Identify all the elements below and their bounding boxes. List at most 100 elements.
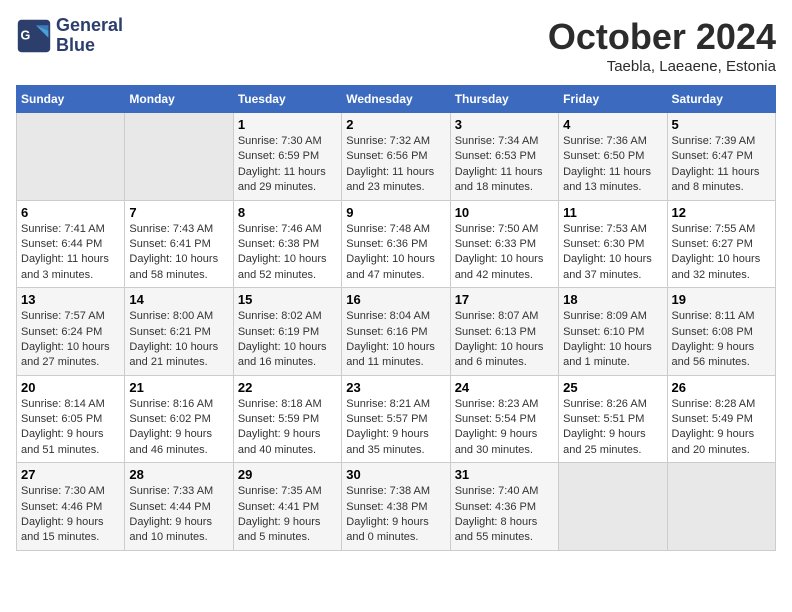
day-info: Sunrise: 7:36 AMSunset: 6:50 PMDaylight:… [563,134,662,196]
week-row-3: 13Sunrise: 7:57 AMSunset: 6:24 PMDayligh… [17,288,776,376]
day-info: Sunrise: 8:09 AMSunset: 6:10 PMDaylight:… [563,309,662,371]
day-header-wednesday: Wednesday [342,86,450,113]
week-row-4: 20 Sunrise: 8:14 AMSunset: 6:05 PMDayligh… [17,375,776,463]
day-info: Sunrise: 7:30 AMSunset: 4:46 PMDaylight:… [21,484,120,546]
day-number: 16 [346,292,445,307]
logo-icon: G [16,18,52,54]
calendar-cell: 14 Sunrise: 8:00 AMSunset: 6:21 PMDayligh… [125,288,233,376]
calendar-cell: 17 Sunrise: 8:07 AMSunset: 6:13 PMDayligh… [450,288,558,376]
day-info: Sunrise: 7:40 AMSunset: 4:36 PMDaylight:… [455,484,554,546]
main-title: October 2024 [548,16,776,58]
calendar-cell: 26 Sunrise: 8:28 AMSunset: 5:49 PMDayligh… [667,375,775,463]
logo-line1: General [56,16,123,36]
calendar-cell: 16 Sunrise: 8:04 AMSunset: 6:16 PMDayligh… [342,288,450,376]
day-info: Sunrise: 8:11 AMSunset: 6:08 PMDaylight:… [672,309,771,371]
calendar-cell: 8Sunrise: 7:46 AMSunset: 6:38 PMDaylight… [233,200,341,288]
calendar-cell: 13Sunrise: 7:57 AMSunset: 6:24 PMDayligh… [17,288,125,376]
calendar-table: SundayMondayTuesdayWednesdayThursdayFrid… [16,85,776,551]
calendar-cell: 18 Sunrise: 8:09 AMSunset: 6:10 PMDayligh… [559,288,667,376]
day-number: 27 [21,467,120,482]
calendar-cell: 11Sunrise: 7:53 AMSunset: 6:30 PMDayligh… [559,200,667,288]
calendar-cell: 23Sunrise: 8:21 AMSunset: 5:57 PMDayligh… [342,375,450,463]
day-info: Sunrise: 8:28 AMSunset: 5:49 PMDaylight:… [672,397,771,459]
day-number: 20 [21,380,120,395]
calendar-cell: 29Sunrise: 7:35 AMSunset: 4:41 PMDayligh… [233,463,341,551]
day-info: Sunrise: 7:55 AMSunset: 6:27 PMDaylight:… [672,222,771,284]
logo-text: General Blue [56,16,123,56]
day-number: 17 [455,292,554,307]
calendar-cell: 20 Sunrise: 8:14 AMSunset: 6:05 PMDayligh… [17,375,125,463]
calendar-cell: 22 Sunrise: 8:18 AMSunset: 5:59 PMDayligh… [233,375,341,463]
day-number: 26 [672,380,771,395]
calendar-cell: 31 Sunrise: 7:40 AMSunset: 4:36 PMDayligh… [450,463,558,551]
day-number: 18 [563,292,662,307]
day-info: Sunrise: 7:32 AMSunset: 6:56 PMDaylight:… [346,134,445,196]
day-number: 6 [21,205,120,220]
day-number: 14 [129,292,228,307]
day-info: Sunrise: 7:34 AMSunset: 6:53 PMDaylight:… [455,134,554,196]
day-number: 22 [238,380,337,395]
day-info: Sunrise: 8:02 AMSunset: 6:19 PMDaylight:… [238,309,337,371]
day-number: 5 [672,117,771,132]
week-row-1: 1Sunrise: 7:30 AMSunset: 6:59 PMDaylight… [17,113,776,201]
calendar-cell [559,463,667,551]
title-area: October 2024 Taebla, Laeaene, Estonia [548,16,776,75]
day-number: 31 [455,467,554,482]
calendar-cell: 2 Sunrise: 7:32 AMSunset: 6:56 PMDaylight… [342,113,450,201]
day-info: Sunrise: 8:07 AMSunset: 6:13 PMDaylight:… [455,309,554,371]
calendar-cell: 21Sunrise: 8:16 AMSunset: 6:02 PMDayligh… [125,375,233,463]
day-header-thursday: Thursday [450,86,558,113]
day-header-friday: Friday [559,86,667,113]
day-info: Sunrise: 7:41 AMSunset: 6:44 PMDaylight:… [21,222,120,284]
day-info: Sunrise: 8:14 AMSunset: 6:05 PMDaylight:… [21,397,120,459]
calendar-cell: 4Sunrise: 7:36 AMSunset: 6:50 PMDaylight… [559,113,667,201]
day-info: Sunrise: 8:18 AMSunset: 5:59 PMDaylight:… [238,397,337,459]
day-header-monday: Monday [125,86,233,113]
calendar-cell [17,113,125,201]
calendar-cell [667,463,775,551]
logo-line2: Blue [56,36,123,56]
day-number: 9 [346,205,445,220]
day-info: Sunrise: 7:33 AMSunset: 4:44 PMDaylight:… [129,484,228,546]
day-header-saturday: Saturday [667,86,775,113]
day-info: Sunrise: 8:26 AMSunset: 5:51 PMDaylight:… [563,397,662,459]
day-number: 30 [346,467,445,482]
calendar-cell: 15Sunrise: 8:02 AMSunset: 6:19 PMDayligh… [233,288,341,376]
calendar-header-row: SundayMondayTuesdayWednesdayThursdayFrid… [17,86,776,113]
day-number: 10 [455,205,554,220]
day-number: 28 [129,467,228,482]
day-number: 2 [346,117,445,132]
day-number: 25 [563,380,662,395]
day-info: Sunrise: 7:35 AMSunset: 4:41 PMDaylight:… [238,484,337,546]
day-info: Sunrise: 8:00 AMSunset: 6:21 PMDaylight:… [129,309,228,371]
calendar-cell: 5 Sunrise: 7:39 AMSunset: 6:47 PMDaylight… [667,113,775,201]
day-number: 12 [672,205,771,220]
day-info: Sunrise: 7:43 AMSunset: 6:41 PMDaylight:… [129,222,228,284]
day-info: Sunrise: 7:53 AMSunset: 6:30 PMDaylight:… [563,222,662,284]
calendar-cell: 1Sunrise: 7:30 AMSunset: 6:59 PMDaylight… [233,113,341,201]
week-row-5: 27 Sunrise: 7:30 AMSunset: 4:46 PMDayligh… [17,463,776,551]
day-header-sunday: Sunday [17,86,125,113]
calendar-cell [125,113,233,201]
calendar-cell: 12 Sunrise: 7:55 AMSunset: 6:27 PMDayligh… [667,200,775,288]
day-number: 13 [21,292,120,307]
calendar-body: 1Sunrise: 7:30 AMSunset: 6:59 PMDaylight… [17,113,776,551]
day-number: 19 [672,292,771,307]
calendar-cell: 30 Sunrise: 7:38 AMSunset: 4:38 PMDayligh… [342,463,450,551]
day-info: Sunrise: 7:39 AMSunset: 6:47 PMDaylight:… [672,134,771,196]
calendar-cell: 7Sunrise: 7:43 AMSunset: 6:41 PMDaylight… [125,200,233,288]
day-info: Sunrise: 7:50 AMSunset: 6:33 PMDaylight:… [455,222,554,284]
subtitle: Taebla, Laeaene, Estonia [548,58,776,75]
day-number: 1 [238,117,337,132]
calendar-cell: 19 Sunrise: 8:11 AMSunset: 6:08 PMDayligh… [667,288,775,376]
day-info: Sunrise: 8:23 AMSunset: 5:54 PMDaylight:… [455,397,554,459]
day-info: Sunrise: 7:38 AMSunset: 4:38 PMDaylight:… [346,484,445,546]
svg-text:G: G [21,28,31,42]
day-number: 3 [455,117,554,132]
day-number: 24 [455,380,554,395]
day-header-tuesday: Tuesday [233,86,341,113]
day-info: Sunrise: 7:48 AMSunset: 6:36 PMDaylight:… [346,222,445,284]
calendar-cell: 6 Sunrise: 7:41 AMSunset: 6:44 PMDaylight… [17,200,125,288]
day-info: Sunrise: 8:04 AMSunset: 6:16 PMDaylight:… [346,309,445,371]
calendar-cell: 27 Sunrise: 7:30 AMSunset: 4:46 PMDayligh… [17,463,125,551]
